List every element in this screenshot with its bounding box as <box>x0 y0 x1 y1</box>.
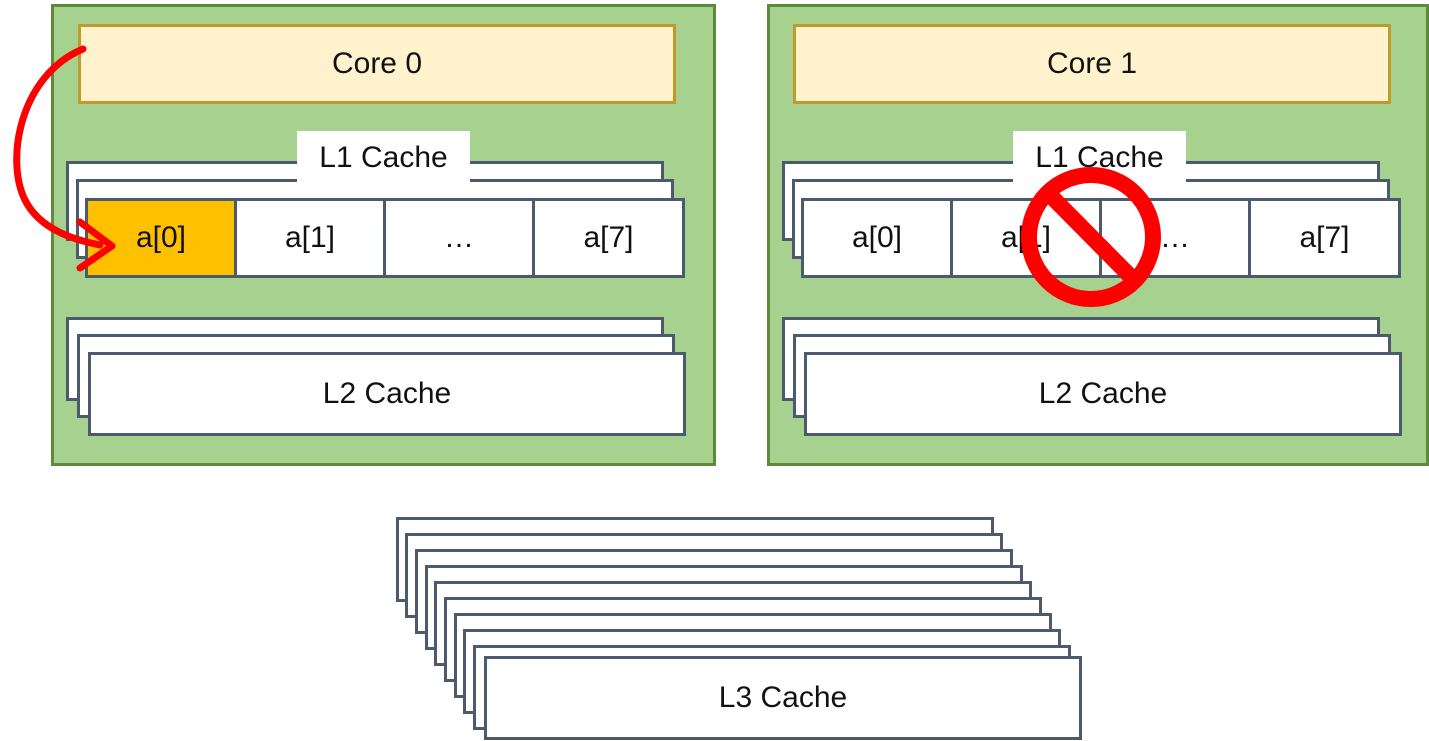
core-0-l2-cache: L2 Cache <box>88 352 686 436</box>
core-0-l1-cell-3: a[7] <box>532 198 685 278</box>
l3-cache: L3 Cache <box>484 656 1082 740</box>
core-0-title: Core 0 <box>78 24 676 104</box>
core-0-l1-cell-1: a[1] <box>234 198 386 278</box>
core-1-l1-cell-3: a[7] <box>1248 198 1401 278</box>
core-0-l1-cell-0: a[0] <box>85 198 237 278</box>
core-1-l2-cache: L2 Cache <box>804 352 1402 436</box>
core-0-l1-cell-2: … <box>383 198 535 278</box>
core-1-l1-cell-2: … <box>1099 198 1251 278</box>
core-1-l1-cell-1: a[1] <box>950 198 1102 278</box>
core-1-title: Core 1 <box>793 24 1391 104</box>
core-1-l1-label: L1 Cache <box>1013 131 1186 185</box>
core-1-l1-cell-0: a[0] <box>801 198 953 278</box>
core-0-l1-label: L1 Cache <box>297 131 470 185</box>
